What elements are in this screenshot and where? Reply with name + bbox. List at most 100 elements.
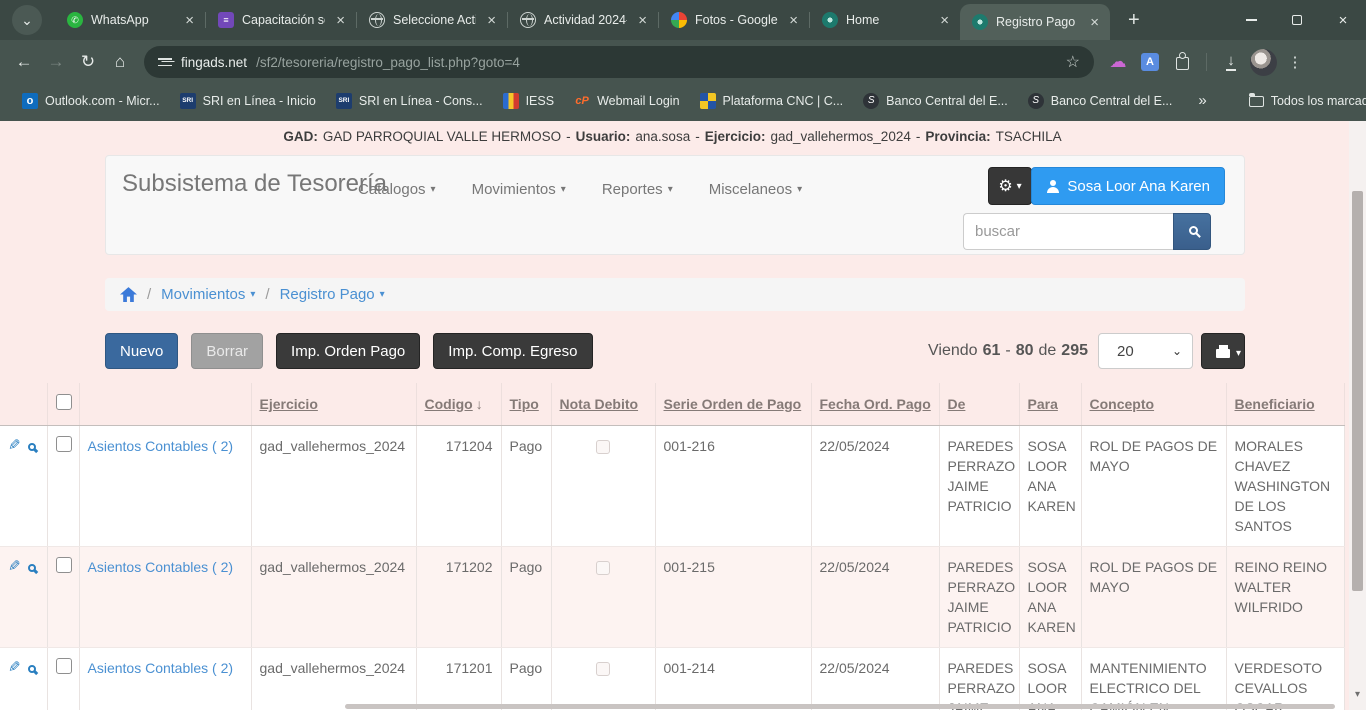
settings-dropdown-button[interactable]: ⚙ ▾ <box>988 167 1032 205</box>
asientos-contables-link[interactable]: Asientos Contables ( 2) <box>88 438 234 454</box>
select-all-checkbox[interactable] <box>56 394 72 410</box>
menu-movimientos[interactable]: Movimientos▾ <box>472 181 566 198</box>
maximize-icon <box>1292 15 1302 25</box>
browser-menu-button[interactable]: ⋮ <box>1279 46 1311 78</box>
breadcrumb-registro-pago[interactable]: Registro Pago▾ <box>280 286 385 303</box>
scrollbar-thumb[interactable] <box>1352 191 1363 591</box>
tab-capacitacion[interactable]: ≡ Capacitación so × <box>206 0 356 40</box>
nota-debito-checkbox <box>596 440 610 454</box>
close-icon[interactable]: × <box>182 12 197 29</box>
header-fecha[interactable]: Fecha Ord. Pago <box>811 383 939 425</box>
header-ejercicio[interactable]: Ejercicio <box>251 383 416 425</box>
tab-registro-pago-active[interactable]: Registro Pago × <box>960 4 1110 40</box>
view-icon[interactable] <box>28 665 36 673</box>
all-bookmarks-button[interactable]: Todos los marcadores <box>1241 91 1366 111</box>
vertical-scrollbar[interactable]: ▾ <box>1349 121 1366 710</box>
search-button[interactable] <box>1173 213 1211 250</box>
tab-fotos[interactable]: Fotos - Google F × <box>659 0 809 40</box>
imp-comp-egreso-button[interactable]: Imp. Comp. Egreso <box>433 333 592 369</box>
imp-orden-pago-button[interactable]: Imp. Orden Pago <box>276 333 420 369</box>
bookmark-iess[interactable]: IESS <box>495 90 563 112</box>
cell-ejercicio: gad_vallehermos_2024 <box>251 647 416 710</box>
bookmark-sri-inicio[interactable]: SRI SRI en Línea - Inicio <box>172 90 324 112</box>
close-icon[interactable]: × <box>786 12 801 29</box>
bookmarks-overflow-button[interactable]: » <box>1188 92 1216 109</box>
header-de[interactable]: De <box>939 383 1019 425</box>
edit-icon[interactable]: ✎ <box>8 658 21 678</box>
header-para[interactable]: Para <box>1019 383 1081 425</box>
search-icon <box>1189 226 1198 235</box>
header-tipo[interactable]: Tipo <box>501 383 551 425</box>
tab-seleccione[interactable]: Seleccione Activ × <box>357 0 507 40</box>
close-icon[interactable]: × <box>635 12 650 29</box>
header-beneficiario[interactable]: Beneficiario <box>1226 383 1345 425</box>
edit-icon[interactable]: ✎ <box>8 557 21 577</box>
nuevo-button[interactable]: Nuevo <box>105 333 178 369</box>
site-settings-icon[interactable] <box>158 57 172 67</box>
row-checkbox[interactable] <box>56 658 72 674</box>
bookmark-bce-2[interactable]: S Banco Central del E... <box>1020 90 1181 112</box>
address-bar[interactable]: fingads.net /sf2/tesoreria/registro_pago… <box>144 46 1094 78</box>
user-button[interactable]: Sosa Loor Ana Karen <box>1031 167 1225 205</box>
row-checkbox[interactable] <box>56 436 72 452</box>
close-icon[interactable]: × <box>484 12 499 29</box>
cell-fecha: 22/05/2024 <box>811 425 939 546</box>
close-window-button[interactable]: × <box>1320 0 1366 40</box>
close-icon[interactable]: × <box>937 12 952 29</box>
borrar-button[interactable]: Borrar <box>191 333 263 369</box>
home-button[interactable]: ⌂ <box>104 46 136 78</box>
weather-extension-icon[interactable]: ☁ <box>1102 46 1134 78</box>
bookmark-cnc[interactable]: Plataforma CNC | C... <box>692 90 852 112</box>
menu-miscelaneos[interactable]: Miscelaneos▾ <box>709 181 802 198</box>
row-checkbox[interactable] <box>56 557 72 573</box>
caret-down-icon: ▾ <box>797 184 802 195</box>
close-icon[interactable]: × <box>1087 14 1102 31</box>
range-to: 80 <box>1016 342 1034 360</box>
tab-search-button[interactable]: ⌄ <box>12 5 42 35</box>
breadcrumb-movimientos[interactable]: Movimientos▾ <box>161 286 255 303</box>
menu-catalogos[interactable]: Catalogos▾ <box>358 181 436 198</box>
page-size-select[interactable]: 20 ⌄ <box>1098 333 1193 369</box>
view-icon[interactable] <box>28 443 36 451</box>
edit-icon[interactable]: ✎ <box>8 436 21 456</box>
tab-actividad[interactable]: Actividad 2024- × <box>508 0 658 40</box>
home-icon[interactable] <box>120 287 137 302</box>
url-domain: fingads.net <box>181 55 247 70</box>
bookmark-sri-consultas[interactable]: SRI SRI en Línea - Cons... <box>328 90 491 112</box>
bookmarks-bar: o Outlook.com - Micr... SRI SRI en Línea… <box>0 84 1366 121</box>
extensions-puzzle-icon[interactable] <box>1166 46 1198 78</box>
menu-reportes[interactable]: Reportes▾ <box>602 181 673 198</box>
records-table: Ejercicio Codigo↓ Tipo Nota Debito Serie… <box>0 383 1345 710</box>
breadcrumb: / Movimientos▾ / Registro Pago▾ <box>105 278 1245 311</box>
back-button[interactable]: ← <box>8 46 40 78</box>
header-codigo[interactable]: Codigo↓ <box>416 383 501 425</box>
bookmark-outlook[interactable]: o Outlook.com - Micr... <box>14 90 168 112</box>
search-input[interactable] <box>963 213 1173 250</box>
tab-whatsapp[interactable]: ✆ WhatsApp × <box>55 0 205 40</box>
header-asientos <box>79 383 251 425</box>
header-concepto[interactable]: Concepto <box>1081 383 1226 425</box>
translate-icon[interactable]: A <box>1134 46 1166 78</box>
horizontal-scrollbar[interactable] <box>345 704 1335 709</box>
header-nota-debito[interactable]: Nota Debito <box>551 383 655 425</box>
gear-icon: ⚙ <box>998 176 1012 196</box>
view-icon[interactable] <box>28 564 36 572</box>
print-dropdown-button[interactable]: ▾ <box>1201 333 1245 369</box>
new-tab-button[interactable]: + <box>1120 7 1148 34</box>
downloads-button[interactable]: ↓ <box>1215 46 1247 78</box>
reload-button[interactable]: ↻ <box>72 46 104 78</box>
bookmark-webmail[interactable]: cP Webmail Login <box>566 90 687 112</box>
header-serie[interactable]: Serie Orden de Pago <box>655 383 811 425</box>
scroll-down-arrow[interactable]: ▾ <box>1349 689 1366 700</box>
forward-button[interactable]: → <box>40 46 72 78</box>
bookmark-bce-1[interactable]: S Banco Central del E... <box>855 90 1016 112</box>
asientos-contables-link[interactable]: Asientos Contables ( 2) <box>88 660 234 676</box>
close-icon[interactable]: × <box>333 12 348 29</box>
asientos-contables-link[interactable]: Asientos Contables ( 2) <box>88 559 234 575</box>
profile-avatar[interactable] <box>1247 46 1279 78</box>
maximize-button[interactable] <box>1274 0 1320 40</box>
tab-home[interactable]: Home × <box>810 0 960 40</box>
minimize-button[interactable] <box>1228 0 1274 40</box>
bookmark-star-icon[interactable]: ☆ <box>1066 52 1080 72</box>
tab-title: Home <box>846 13 929 27</box>
